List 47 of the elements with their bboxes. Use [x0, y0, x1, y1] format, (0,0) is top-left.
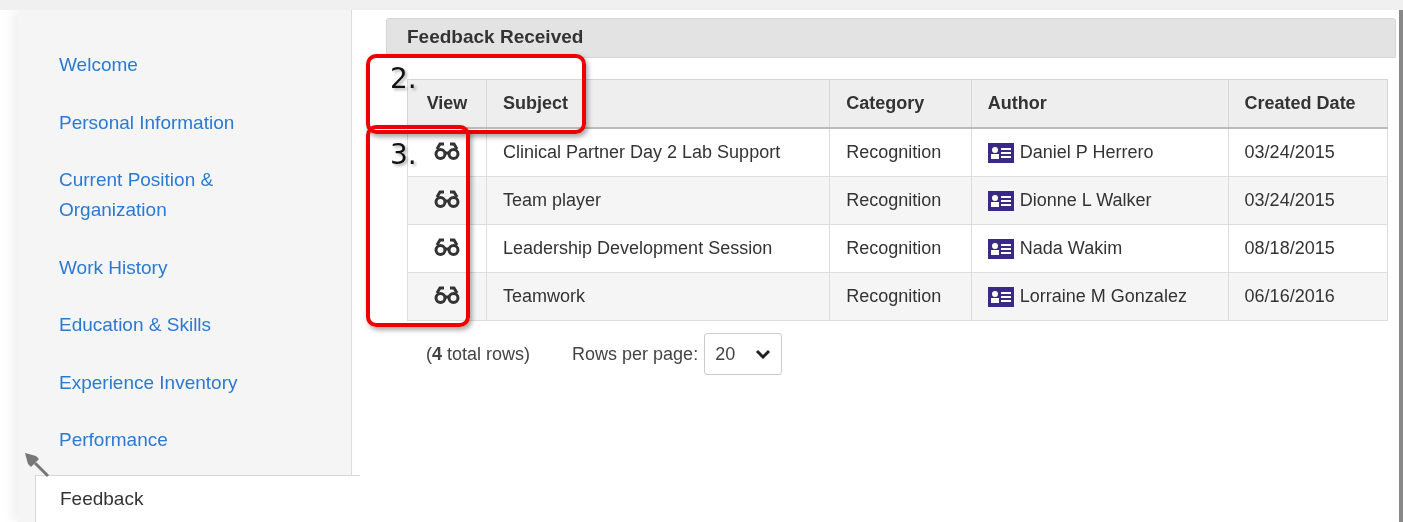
- rows-per-page-select[interactable]: 20: [704, 333, 783, 375]
- glasses-icon: [434, 190, 460, 208]
- glasses-icon: [434, 142, 460, 160]
- column-header: Subject: [486, 79, 830, 128]
- table-cell: 08/18/2015: [1228, 224, 1388, 273]
- table-cell: Recognition: [829, 128, 972, 177]
- column-header: Author: [971, 79, 1229, 128]
- sidebar-item[interactable]: Personal Information: [18, 101, 319, 159]
- table-cell: Nada Wakim: [1019, 238, 1123, 259]
- contact-card-icon: [987, 286, 1014, 307]
- column-header: Created Date: [1228, 79, 1388, 128]
- table-cell: Team player: [486, 176, 830, 225]
- table-cell: Lorraine M Gonzalez: [1019, 286, 1187, 307]
- table-cell: Leadership Development Session: [486, 224, 830, 273]
- contact-card-icon: [987, 190, 1014, 211]
- annotation-label: 3.: [390, 138, 417, 171]
- sidebar-item[interactable]: Work History: [18, 246, 319, 304]
- view-button[interactable]: [434, 238, 460, 259]
- table-cell: 06/16/2016: [1228, 272, 1388, 321]
- table-cell: 03/24/2015: [1228, 128, 1388, 177]
- table-cell: Daniel P Herrero: [1019, 142, 1154, 163]
- sidebar-item[interactable]: Current Position & Organization: [18, 159, 319, 247]
- sidebar-item[interactable]: Education & Skills: [18, 304, 319, 362]
- sidebar-item[interactable]: Performance: [18, 419, 319, 477]
- table-cell: Recognition: [829, 224, 972, 273]
- chevron-down-icon: [755, 349, 772, 359]
- contact-card-icon: [987, 142, 1014, 163]
- total-rows-text: (4 total rows): [426, 343, 531, 365]
- glasses-icon: [434, 238, 460, 256]
- sidebar-item[interactable]: Feedback: [35, 474, 360, 522]
- table-cell: Clinical Partner Day 2 Lab Support: [486, 128, 830, 177]
- pin-icon: [22, 450, 50, 478]
- view-button[interactable]: [434, 190, 460, 211]
- sidebar-item[interactable]: Experience Inventory: [18, 361, 319, 419]
- rows-per-page-label: Rows per page:: [572, 343, 699, 365]
- table-cell: 03/24/2015: [1228, 176, 1388, 225]
- table-cell: Teamwork: [486, 272, 830, 321]
- panel-header: Feedback Received: [386, 18, 1396, 58]
- sidebar-item[interactable]: Welcome: [18, 44, 319, 102]
- contact-card-icon: [987, 238, 1014, 259]
- table-cell: Recognition: [829, 272, 972, 321]
- glasses-icon: [434, 286, 460, 304]
- table-cell: Dionne L Walker: [1019, 190, 1152, 211]
- column-header: Category: [829, 79, 972, 128]
- view-button[interactable]: [434, 286, 460, 307]
- table-cell: Recognition: [829, 176, 972, 225]
- view-button[interactable]: [434, 142, 460, 163]
